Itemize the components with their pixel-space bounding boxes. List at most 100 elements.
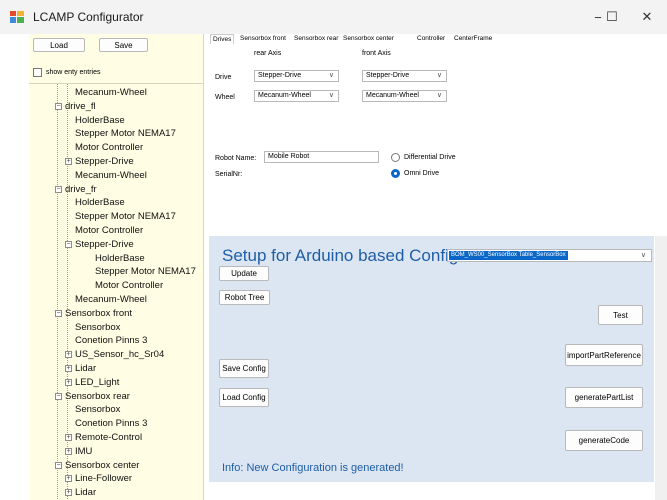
- test-button[interactable]: Test: [598, 305, 643, 325]
- vertical-scrollbar[interactable]: [655, 236, 667, 500]
- front-drive-select[interactable]: Stepper-Drive ∨: [362, 70, 447, 82]
- tree-node[interactable]: Motor Controller: [95, 280, 163, 293]
- chevron-down-icon: ∨: [436, 72, 442, 79]
- tree-node-label: Motor Controller: [95, 280, 164, 292]
- tree-node[interactable]: + IMU: [65, 446, 92, 459]
- expand-icon[interactable]: +: [65, 365, 72, 372]
- tree-node[interactable]: Stepper Motor NEMA17: [75, 211, 176, 224]
- tree-node[interactable]: Stepper Motor NEMA17: [95, 266, 196, 279]
- tree-node[interactable]: + Line-Follower: [65, 473, 132, 486]
- tree-node[interactable]: + Lidar: [65, 487, 96, 500]
- generate-code-button[interactable]: generateCode: [565, 430, 643, 451]
- tree-node[interactable]: Stepper Motor NEMA17: [75, 128, 176, 141]
- tree-node[interactable]: − Sensorbox rear: [55, 391, 130, 404]
- bom-table-value: BOM_WS00_SensorBox Table_SensorBox: [449, 251, 568, 260]
- tree-node-label: Sensorbox center: [65, 459, 140, 471]
- tree-node[interactable]: HolderBase: [75, 197, 125, 210]
- collapse-icon[interactable]: −: [65, 240, 72, 248]
- tree-node[interactable]: Sensorbox: [75, 404, 120, 417]
- front-wheel-value: Mecanum-Wheel: [366, 92, 419, 99]
- tree-node-label: Lidar: [75, 363, 97, 374]
- load-button[interactable]: Load: [33, 38, 85, 52]
- import-part-reference-button[interactable]: importPartReference: [565, 344, 643, 366]
- tree-node-label: drive_fr: [65, 183, 97, 195]
- tree-node[interactable]: + Stepper-Drive: [65, 156, 134, 169]
- collapse-icon[interactable]: −: [55, 309, 62, 317]
- tree-node[interactable]: HolderBase: [75, 115, 125, 128]
- maximize-button[interactable]: ☐: [592, 4, 632, 30]
- expand-icon[interactable]: +: [65, 447, 72, 455]
- differential-drive-label: Differential Drive: [404, 154, 456, 161]
- tree-node[interactable]: Mecanum-Wheel: [75, 87, 147, 100]
- expand-icon[interactable]: +: [65, 489, 72, 497]
- rear-drive-select[interactable]: Stepper-Drive ∨: [254, 70, 339, 82]
- tree-node[interactable]: − Sensorbox front: [55, 308, 132, 321]
- front-drive-value: Stepper-Drive: [366, 72, 410, 79]
- show-empty-checkbox[interactable]: [33, 68, 42, 77]
- tree-node-label: Conetion Pinns 3: [75, 335, 148, 347]
- tree-node-label: Stepper-Drive: [75, 238, 134, 250]
- tab-controller[interactable]: Controller: [417, 34, 445, 44]
- tree-node-label: IMU: [75, 445, 93, 457]
- tree-node[interactable]: − drive_fr: [55, 184, 97, 197]
- bom-table-select[interactable]: BOM_WS00_SensorBox Table_SensorBox ∨: [447, 249, 652, 262]
- tree-node-label: Sensorbox: [75, 321, 121, 333]
- differential-drive-radio[interactable]: [391, 153, 400, 162]
- tree-node[interactable]: + Lidar: [65, 363, 96, 376]
- tab-drives[interactable]: Drives: [210, 34, 235, 44]
- close-button[interactable]: ✕: [630, 4, 664, 30]
- tree-node[interactable]: Mecanum-Wheel: [75, 170, 147, 183]
- expand-icon[interactable]: +: [65, 378, 72, 386]
- collapse-icon[interactable]: −: [55, 461, 62, 469]
- robot-tree[interactable]: Mecanum-Wheel − drive_fl HolderBase Stepper …: [29, 83, 204, 500]
- tree-node-label: Sensorbox front: [65, 307, 133, 319]
- collapse-icon[interactable]: −: [55, 102, 62, 110]
- tree-node[interactable]: Mecanum-Wheel: [75, 294, 147, 307]
- tree-node-label: HolderBase: [75, 114, 125, 126]
- tree-node-label: Stepper-Drive: [75, 156, 134, 167]
- tree-node[interactable]: Motor Controller: [75, 142, 143, 155]
- tree-node[interactable]: Sensorbox: [75, 322, 120, 335]
- collapse-icon[interactable]: −: [55, 392, 62, 400]
- expand-icon[interactable]: +: [65, 475, 72, 483]
- tree-node[interactable]: − drive_fl: [55, 101, 96, 114]
- tree-node[interactable]: Motor Controller: [75, 225, 143, 238]
- tree-node[interactable]: − Sensorbox center: [55, 460, 139, 473]
- tree-node-label: Stepper Motor NEMA17: [75, 128, 176, 140]
- update-button[interactable]: Update: [219, 266, 269, 281]
- chevron-down-icon: ∨: [640, 252, 646, 259]
- tree-node[interactable]: − Stepper-Drive: [65, 239, 134, 252]
- omni-drive-radio[interactable]: [391, 169, 400, 178]
- rear-wheel-select[interactable]: Mecanum-Wheel ∨: [254, 90, 339, 102]
- tab-sensorbox-center[interactable]: Sensorbox center: [343, 34, 394, 44]
- rear-drive-value: Stepper-Drive: [258, 72, 302, 79]
- expand-icon[interactable]: +: [65, 351, 72, 359]
- tree-node[interactable]: + LED_Light: [65, 377, 119, 390]
- collapse-icon[interactable]: −: [55, 185, 62, 193]
- expand-icon[interactable]: +: [65, 434, 72, 441]
- tab-sensorbox-front[interactable]: Sensorbox front: [240, 34, 286, 44]
- save-button[interactable]: Save: [99, 38, 148, 52]
- chevron-down-icon: ∨: [328, 92, 334, 99]
- tree-node[interactable]: + Remote-Control: [65, 432, 142, 445]
- front-wheel-select[interactable]: Mecanum-Wheel ∨: [362, 90, 447, 102]
- tree-node[interactable]: Conetion Pinns 3: [75, 418, 147, 431]
- tree-node-label: Motor Controller: [75, 142, 144, 154]
- setup-title: Setup for Arduino based Configu: [222, 246, 468, 265]
- tree-node-label: Sensorbox rear: [65, 390, 130, 402]
- rear-axis-label: rear Axis: [254, 50, 282, 57]
- tree-node-label: Remote-Control: [75, 432, 143, 443]
- tree-node[interactable]: HolderBase: [95, 253, 145, 266]
- expand-icon[interactable]: +: [65, 158, 72, 165]
- tree-node-label: US_Sensor_hc_Sr04: [75, 349, 165, 361]
- tab-sensorbox-rear[interactable]: Sensorbox rear: [294, 34, 338, 44]
- robot-name-input[interactable]: Mobile Robot: [264, 151, 379, 163]
- tab-centerframe[interactable]: CenterFrame: [454, 34, 492, 44]
- tree-node[interactable]: + US_Sensor_hc_Sr04: [65, 349, 164, 362]
- save-config-button[interactable]: Save Config: [219, 359, 269, 378]
- load-config-button[interactable]: Load Config: [219, 388, 269, 407]
- robot-tree-button[interactable]: Robot Tree: [219, 290, 270, 305]
- tree-node-label: LED_Light: [75, 376, 120, 388]
- generate-partlist-button[interactable]: generatePartList: [565, 387, 643, 408]
- tree-node[interactable]: Conetion Pinns 3: [75, 335, 147, 348]
